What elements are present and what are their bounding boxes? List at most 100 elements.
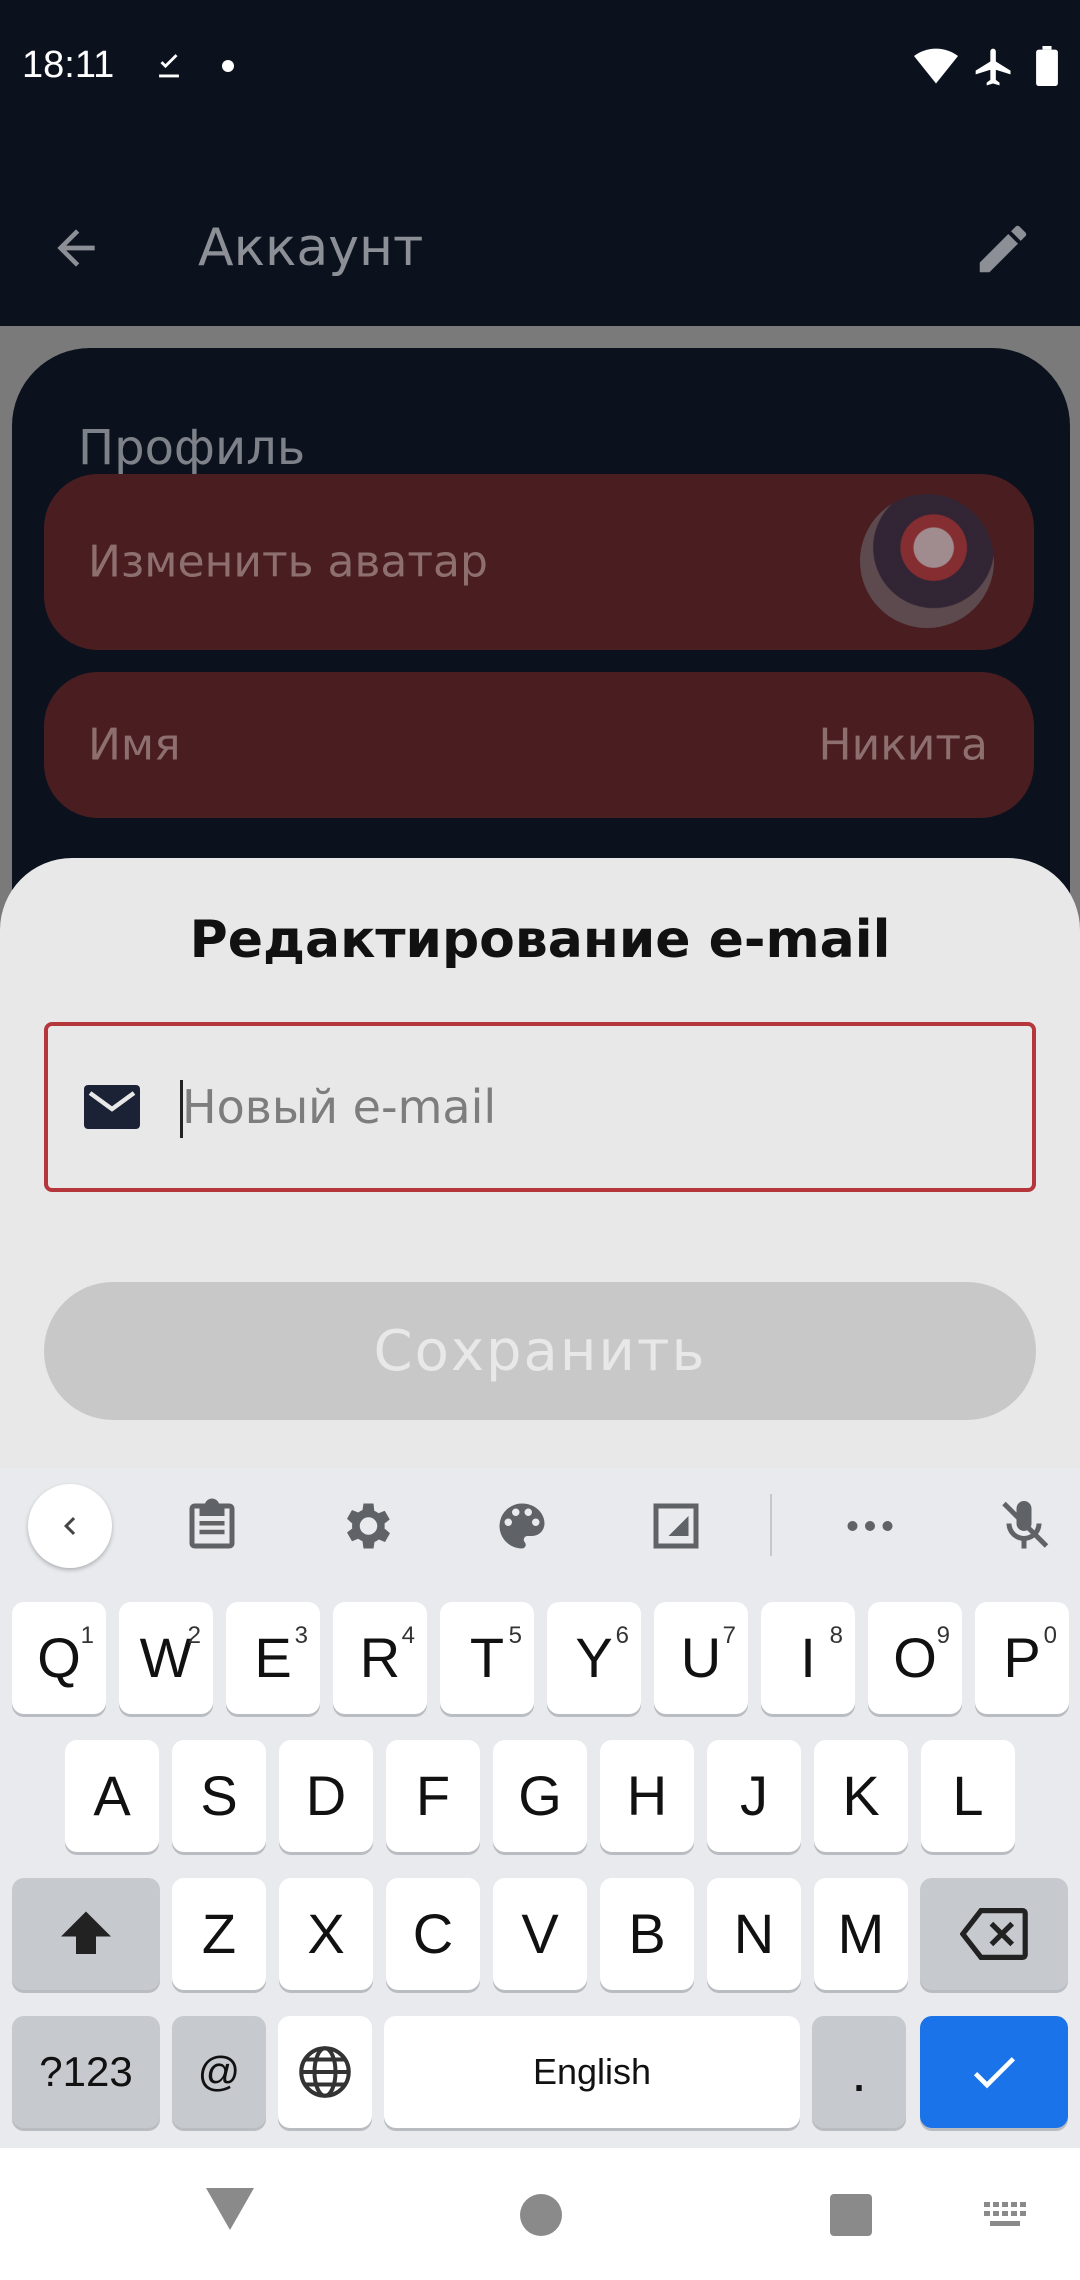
navigation-bar — [0, 2148, 1080, 2280]
key-g-label: G — [518, 1764, 562, 1827]
key-i-label: I — [800, 1626, 816, 1689]
checkmark-icon — [973, 2057, 1015, 2089]
key-d-label: D — [305, 1764, 347, 1827]
clipboard-icon[interactable] — [182, 1496, 242, 1556]
key-p-hint: 0 — [1043, 1622, 1057, 1649]
key-h-label: H — [626, 1764, 668, 1827]
key-r-hint: 4 — [401, 1622, 415, 1649]
key-u-label: U — [680, 1626, 722, 1689]
key-m[interactable]: M — [814, 1878, 908, 1990]
key-g[interactable]: G — [493, 1740, 587, 1852]
key-z[interactable]: Z — [172, 1878, 266, 1990]
key-e-hint: 3 — [294, 1622, 308, 1649]
download-done-icon — [159, 54, 179, 78]
at-key[interactable]: @ — [172, 2016, 266, 2128]
palette-icon[interactable] — [492, 1496, 552, 1556]
name-value: Никита — [818, 719, 988, 771]
enter-key[interactable] — [920, 2016, 1068, 2128]
key-s[interactable]: S — [172, 1740, 266, 1852]
notification-dot-icon — [222, 60, 234, 72]
backspace-icon — [960, 1908, 1028, 1960]
key-j[interactable]: J — [707, 1740, 801, 1852]
edit-email-sheet: Редактирование e-mail Сохранить — [0, 858, 1080, 1468]
mail-icon — [84, 1085, 140, 1129]
key-w[interactable]: W2 — [119, 1602, 213, 1714]
profile-section-title: Профиль — [78, 420, 306, 476]
key-l-label: L — [952, 1764, 984, 1827]
back-arrow-icon[interactable] — [48, 220, 104, 276]
key-e[interactable]: E3 — [226, 1602, 320, 1714]
key-j-label: J — [740, 1764, 768, 1827]
key-f[interactable]: F — [386, 1740, 480, 1852]
settings-gear-icon[interactable] — [336, 1496, 396, 1556]
symbols-key[interactable]: ?123 — [12, 2016, 160, 2128]
period-key[interactable]: . — [812, 2016, 906, 2128]
key-u[interactable]: U7 — [654, 1602, 748, 1714]
more-options-icon[interactable] — [840, 1496, 900, 1556]
key-q[interactable]: Q1 — [12, 1602, 106, 1714]
key-y[interactable]: Y6 — [547, 1602, 641, 1714]
nav-back-icon[interactable] — [206, 2188, 254, 2230]
change-avatar-row[interactable]: Изменить аватар — [44, 474, 1034, 650]
mic-off-icon[interactable] — [994, 1496, 1054, 1556]
toolbar-divider — [770, 1494, 772, 1556]
key-w-hint: 2 — [187, 1622, 201, 1649]
key-r-label: R — [359, 1626, 401, 1689]
save-button[interactable]: Сохранить — [44, 1282, 1036, 1420]
keyboard-switch-icon[interactable] — [982, 2200, 1028, 2230]
key-t-label: T — [469, 1626, 505, 1689]
language-key[interactable] — [278, 2016, 372, 2128]
key-t[interactable]: T5 — [440, 1602, 534, 1714]
key-z-label: Z — [201, 1902, 237, 1965]
edit-pencil-icon[interactable] — [972, 218, 1034, 280]
shift-key[interactable] — [12, 1878, 160, 1990]
nav-recents-icon[interactable] — [830, 2194, 872, 2236]
key-e-label: E — [254, 1626, 292, 1689]
key-r[interactable]: R4 — [333, 1602, 427, 1714]
key-c-label: C — [412, 1902, 454, 1965]
avatar — [860, 494, 994, 628]
keyboard-toolbar — [0, 1468, 1080, 1592]
globe-icon — [299, 2046, 351, 2098]
toolbar-collapse-button[interactable] — [28, 1484, 112, 1568]
key-s-label: S — [200, 1764, 238, 1827]
key-v[interactable]: V — [493, 1878, 587, 1990]
key-k-label: K — [842, 1764, 880, 1827]
backspace-key[interactable] — [920, 1878, 1068, 1990]
key-y-hint: 6 — [615, 1622, 629, 1649]
key-d[interactable]: D — [279, 1740, 373, 1852]
key-x[interactable]: X — [279, 1878, 373, 1990]
screenshot-edit-icon[interactable] — [646, 1496, 706, 1556]
key-h[interactable]: H — [600, 1740, 694, 1852]
key-l[interactable]: L — [921, 1740, 1015, 1852]
key-b-label: B — [628, 1902, 666, 1965]
email-input[interactable] — [182, 1066, 982, 1148]
key-n[interactable]: N — [707, 1878, 801, 1990]
key-c[interactable]: C — [386, 1878, 480, 1990]
key-p-label: P — [1003, 1626, 1041, 1689]
key-y-label: Y — [575, 1626, 613, 1689]
period-key-label: . — [851, 2040, 867, 2103]
nav-home-icon[interactable] — [520, 2194, 562, 2236]
sheet-title: Редактирование e-mail — [189, 910, 891, 970]
key-o[interactable]: O9 — [868, 1602, 962, 1714]
key-n-label: N — [733, 1902, 775, 1965]
space-key[interactable]: English — [384, 2016, 800, 2128]
name-row[interactable]: Имя Никита — [44, 672, 1034, 818]
at-key-label: @ — [197, 2048, 241, 2095]
keyboard: Q 1 W 2 E 3 R 4 T 5 Y 6 U 7 I 8 O 9 P 0 A S D F G H J K L Z X C V B N M ?123… — [0, 1468, 1080, 2148]
key-v-label: V — [521, 1902, 559, 1965]
email-field[interactable] — [44, 1022, 1036, 1192]
key-b[interactable]: B — [600, 1878, 694, 1990]
shift-icon — [61, 1911, 111, 1954]
status-time: 18:11 — [22, 44, 115, 86]
key-p[interactable]: P0 — [975, 1602, 1069, 1714]
key-a[interactable]: A — [65, 1740, 159, 1852]
name-label: Имя — [88, 719, 181, 771]
key-k[interactable]: K — [814, 1740, 908, 1852]
space-key-label: English — [532, 2051, 652, 2092]
page-title: Аккаунт — [198, 218, 424, 278]
change-avatar-label: Изменить аватар — [88, 536, 488, 588]
key-f-label: F — [415, 1764, 451, 1827]
key-i[interactable]: I8 — [761, 1602, 855, 1714]
